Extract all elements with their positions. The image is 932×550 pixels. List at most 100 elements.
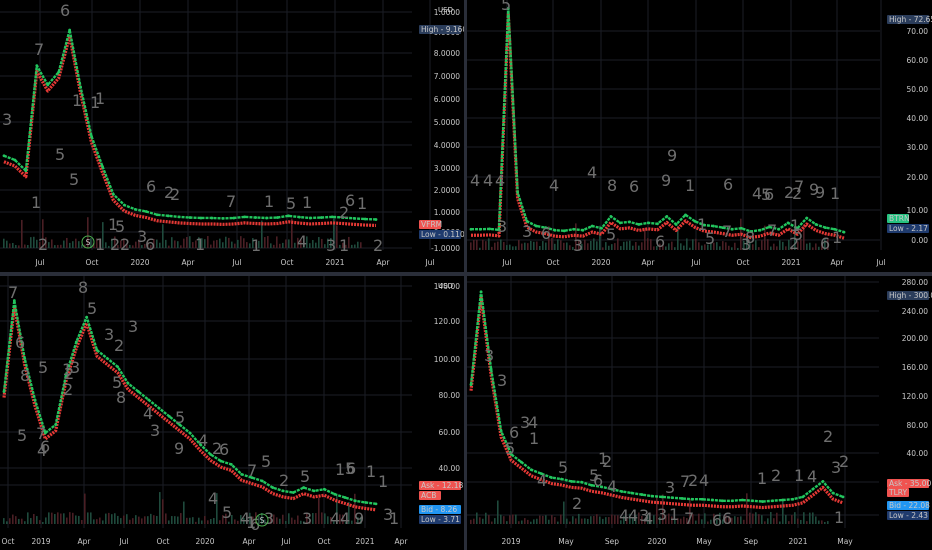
- chart-svg[interactable]: 765 78458512233235864395454 267 52 5 1 65 19416…: [0, 276, 464, 550]
- volume-bar: [36, 516, 38, 524]
- y-tick-label: 8.0000: [434, 49, 460, 58]
- td-sequence-number: 5: [87, 299, 97, 318]
- volume-bar: [545, 515, 547, 524]
- x-tick-label: Oct: [281, 258, 294, 267]
- x-tick-label: Jul: [875, 258, 885, 267]
- td-sequence-number: 6: [219, 440, 229, 459]
- data-point: [46, 83, 50, 87]
- x-tick-label: Apr: [182, 258, 196, 267]
- x-tick-label: Apr: [831, 258, 845, 267]
- volume-bar: [716, 242, 718, 250]
- volume-bar: [78, 515, 80, 524]
- volume-bar: [485, 241, 487, 250]
- volume-bar: [788, 521, 790, 524]
- volume-bar: [530, 240, 532, 250]
- volume-bar: [318, 237, 320, 248]
- volume-bar: [794, 512, 796, 524]
- td-sequence-number: 4: [628, 506, 638, 525]
- volume-bar: [731, 247, 733, 250]
- data-point: [469, 227, 473, 231]
- data-point: [553, 228, 557, 232]
- volume-bar: [473, 239, 475, 250]
- y-tick-label: 6.0000: [434, 95, 460, 104]
- volume-bar: [491, 246, 493, 250]
- volume-bar: [503, 241, 505, 250]
- td-sequence-number: 2: [279, 471, 289, 490]
- volume-bar: [560, 240, 562, 250]
- price-label-low: Low - 2.17: [889, 224, 928, 233]
- volume-bar: [357, 241, 359, 248]
- price-label-low: Low - 0.1100: [421, 230, 464, 239]
- volume-bar: [524, 242, 526, 250]
- volume-bar: [240, 236, 242, 248]
- td-sequence-number: 2: [170, 185, 180, 204]
- td-sequence-number: 2: [110, 235, 120, 254]
- volume-bar: [237, 520, 239, 524]
- chart-svg[interactable]: 33563414526125444 343 72 43 1 7 6 61 2 1 42321280.…: [467, 276, 932, 550]
- data-point: [136, 390, 140, 393]
- volume-bar: [800, 519, 802, 524]
- volume-bar: [512, 514, 514, 524]
- td-sequence-number: 4: [537, 471, 547, 490]
- td-sequence-number: 4: [607, 477, 617, 496]
- volume-bar: [593, 238, 595, 250]
- volume-bar: [536, 241, 538, 250]
- td-sequence-number: 6: [60, 1, 70, 20]
- volume-bar: [668, 243, 670, 250]
- price-label-ticker: TLRY: [888, 488, 907, 497]
- volume-bar: [518, 240, 520, 250]
- chart-panel-btrn[interactable]: 4 4 4 5 3 3 6 4 4 5 8 6 9 6 5 1 3 1 7 8 7 1 2 9 1 6 4 6 2 5 3 7 9 2 5 6 1 9 70…: [467, 0, 932, 272]
- td-sequence-number: 1: [335, 460, 345, 479]
- volume-bar: [288, 239, 290, 248]
- data-point: [821, 480, 825, 483]
- volume-bar: [626, 241, 628, 250]
- volume-bar: [96, 519, 98, 524]
- chart-svg[interactable]: 4 4 453 3 64458 6 96 5131 7 8 7 12 9 16 4 62537 925 6 1970…: [467, 0, 932, 272]
- volume-bar: [63, 513, 65, 524]
- volume-bar: [54, 245, 56, 248]
- price-label-ticker: VFRM: [421, 220, 442, 229]
- volume-bar: [165, 513, 167, 524]
- chart-panel-acb[interactable]: 7657845851223323586439545426752516519416…: [0, 276, 464, 550]
- data-point: [731, 499, 734, 503]
- volume-bar: [536, 518, 538, 524]
- chart-panel-tlry[interactable]: 3 3 5 6 3 4 1 4 5 2 6 1 2 5 4 4 4 3 4 3 7 2 4 3 1 7 6 6 1 2 1 4 2 3 2 1 280.…: [467, 276, 932, 550]
- chart-svg[interactable]: 3765115162715112163215112221364121.00009…: [0, 0, 464, 272]
- volume-bar: [24, 521, 26, 524]
- data-point: [590, 224, 594, 228]
- volume-bar: [758, 247, 760, 250]
- td-sequence-number: 1: [685, 176, 695, 195]
- data-point: [479, 290, 483, 294]
- volume-bar: [48, 242, 50, 248]
- x-tick-label: Jul: [690, 258, 700, 267]
- volume-bar: [156, 239, 158, 248]
- chart-panel-vfrm[interactable]: 3765115162715112163215112221364121.00009…: [0, 0, 464, 272]
- td-sequence-number: 1: [366, 462, 376, 481]
- data-point: [188, 216, 192, 219]
- data-point: [95, 348, 99, 352]
- td-sequence-number: 9: [809, 180, 819, 199]
- volume-bar: [159, 492, 161, 524]
- data-point: [630, 491, 634, 495]
- data-point: [646, 221, 650, 225]
- data-point: [684, 213, 687, 217]
- volume-bar: [177, 241, 179, 248]
- price-label-bid: Bid - 22.08: [889, 501, 930, 510]
- volume-bar: [294, 242, 296, 248]
- volume-bar: [554, 243, 556, 250]
- data-point: [229, 463, 233, 466]
- data-point: [374, 502, 378, 506]
- data-point: [781, 498, 785, 502]
- volume-bar: [521, 243, 523, 250]
- volume-bar: [752, 513, 754, 524]
- x-tick-label: 2020: [591, 258, 610, 267]
- volume-bar: [57, 244, 59, 248]
- td-sequence-number: 5: [558, 458, 568, 477]
- volume-bar: [698, 513, 700, 524]
- volume-bar: [27, 512, 29, 524]
- volume-bar: [485, 512, 487, 524]
- td-sequence-number: 3: [302, 509, 312, 528]
- td-sequence-number: 1: [195, 235, 205, 254]
- td-sequence-number: 2: [114, 336, 124, 355]
- volume-bar: [818, 520, 820, 524]
